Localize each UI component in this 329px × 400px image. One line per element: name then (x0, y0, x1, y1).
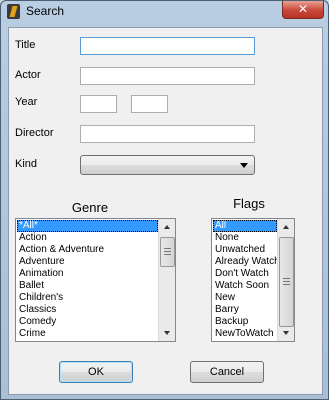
close-button[interactable]: ✕ (282, 1, 324, 19)
grip-line (283, 284, 290, 285)
list-item[interactable]: Crime (17, 328, 158, 340)
list-item[interactable]: Unwatched (213, 244, 277, 256)
kind-label: Kind (15, 158, 38, 170)
search-dialog: Search ✕ Title Actor Year Director Kind … (0, 0, 329, 400)
close-icon: ✕ (297, 2, 309, 16)
flags-list: All None Unwatched Already Watch Don't Watch… (213, 220, 277, 340)
list-item[interactable]: NewToWatch (213, 328, 277, 340)
arrow-down-icon (283, 331, 289, 335)
chevron-down-icon (240, 163, 248, 168)
list-item[interactable]: Ballet (17, 280, 158, 292)
arrow-up-icon (164, 225, 170, 229)
list-item[interactable]: Action & Adventure (17, 244, 158, 256)
scroll-down-button[interactable] (159, 325, 175, 341)
scroll-up-button[interactable] (159, 219, 175, 235)
flags-heading: Flags (233, 196, 265, 211)
director-input[interactable] (80, 125, 255, 143)
window-title: Search (26, 4, 65, 18)
title-bar[interactable]: Search ✕ (1, 1, 328, 23)
title-input[interactable] (80, 37, 255, 55)
ok-button[interactable]: OK (59, 361, 133, 383)
title-label: Title (15, 39, 36, 51)
dialog-body: Title Actor Year Director Kind Genre *Al… (8, 27, 323, 395)
kind-dropdown[interactable] (80, 155, 255, 175)
year-label: Year (15, 96, 38, 108)
list-item[interactable]: Action (17, 232, 158, 244)
list-item[interactable]: Barry (213, 304, 277, 316)
grip-line (283, 281, 290, 282)
scroll-down-button[interactable] (278, 325, 294, 341)
list-item[interactable]: Classics (17, 304, 158, 316)
year-from-input[interactable] (80, 95, 117, 113)
grip-line (164, 251, 171, 252)
list-item[interactable]: Comedy (17, 316, 158, 328)
list-item[interactable]: Backup (213, 316, 277, 328)
list-item[interactable]: None (213, 232, 277, 244)
list-item[interactable]: Children's (17, 292, 158, 304)
actor-input[interactable] (80, 67, 255, 85)
grip-line (283, 278, 290, 279)
director-label: Director (15, 127, 54, 139)
list-item[interactable]: New (213, 292, 277, 304)
grip-line (164, 248, 171, 249)
grip-line (164, 254, 171, 255)
scroll-up-button[interactable] (278, 219, 294, 235)
list-item[interactable]: All (213, 220, 277, 232)
genre-heading: Genre (71, 200, 109, 215)
cancel-button[interactable]: Cancel (190, 361, 264, 383)
flags-listbox[interactable]: All None Unwatched Already Watch Don't Watch… (211, 218, 295, 342)
list-item[interactable]: Don't Watch (213, 268, 277, 280)
scroll-thumb[interactable] (160, 237, 175, 267)
actor-label: Actor (15, 69, 41, 81)
arrow-up-icon (283, 225, 289, 229)
genre-listbox[interactable]: *All* Action Action & Adventure Adventure An… (15, 218, 176, 342)
scroll-thumb[interactable] (279, 237, 294, 327)
app-icon (7, 4, 20, 19)
arrow-down-icon (164, 331, 170, 335)
list-item[interactable]: *All* (17, 220, 158, 232)
list-item[interactable]: Already Watch (213, 256, 277, 268)
flags-scrollbar[interactable] (277, 219, 294, 341)
list-item[interactable]: Animation (17, 268, 158, 280)
genre-list: *All* Action Action & Adventure Adventure An… (17, 220, 158, 340)
year-to-input[interactable] (131, 95, 168, 113)
genre-scrollbar[interactable] (158, 219, 175, 341)
list-item[interactable]: Watch Soon (213, 280, 277, 292)
list-item[interactable]: Adventure (17, 256, 158, 268)
